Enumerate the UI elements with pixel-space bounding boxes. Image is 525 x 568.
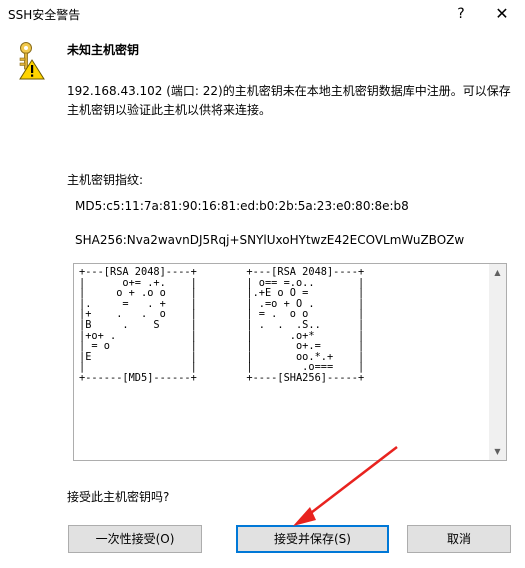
accept-and-save-button[interactable]: 接受并保存(S) — [236, 525, 389, 553]
window-title: SSH安全警告 — [8, 8, 81, 22]
close-button[interactable]: ✕ — [482, 0, 522, 30]
accept-once-button[interactable]: 一次性接受(O) — [68, 525, 202, 553]
fingerprint-label: 主机密钥指纹: — [67, 173, 144, 187]
randomart-textbox[interactable]: +---[RSA 2048]----+ +---[RSA 2048]----+ … — [73, 263, 507, 461]
md5-fingerprint: MD5:c5:11:7a:81:90:16:81:ed:b0:2b:5a:23:… — [75, 199, 409, 213]
scroll-down-icon[interactable]: ▼ — [489, 443, 506, 460]
sha256-fingerprint: SHA256:Nva2wavnDJ5Rqj+SNYlUxoHYtwzE42ECO… — [75, 233, 465, 247]
dialog-message: 192.168.43.102 (端口: 22)的主机密钥未在本地主机密钥数据库中… — [67, 84, 511, 117]
title-bar: SSH安全警告 ? ✕ — [0, 0, 525, 30]
accept-question: 接受此主机密钥吗? — [67, 490, 170, 504]
help-button[interactable]: ? — [444, 0, 478, 30]
scroll-up-icon[interactable]: ▲ — [489, 264, 506, 281]
vertical-scrollbar[interactable]: ▲ ▼ — [489, 264, 506, 460]
cancel-button[interactable]: 取消 — [407, 525, 511, 553]
randomart-text: +---[RSA 2048]----+ +---[RSA 2048]----+ … — [79, 266, 365, 384]
dialog-heading: 未知主机密钥 — [67, 43, 140, 57]
warning-key-icon — [19, 42, 45, 80]
